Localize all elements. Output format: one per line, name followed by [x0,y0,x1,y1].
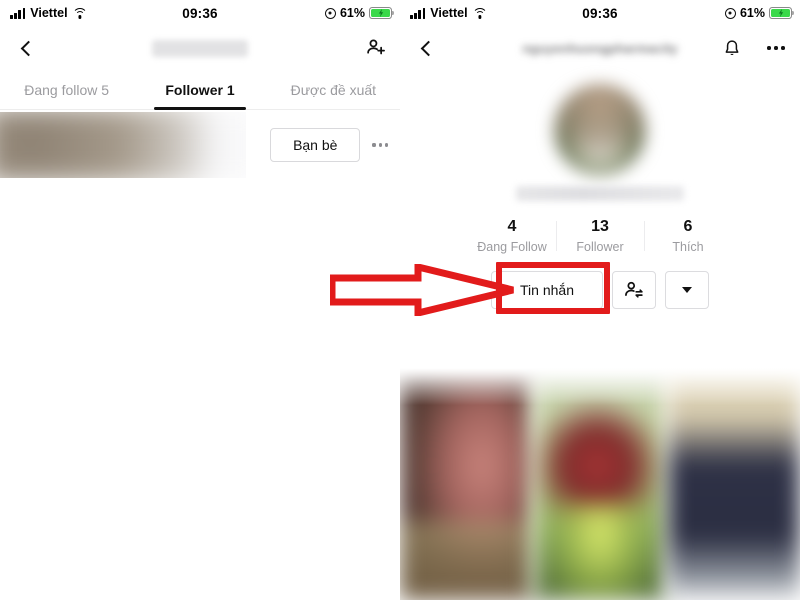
stat-label: Đang Follow [477,240,547,254]
location-services-icon [724,7,736,19]
redacted-username-title: nguyenhuongpharmacity [522,40,678,56]
post-thumbnail-2[interactable] [534,368,666,600]
chevron-down-icon [682,287,692,293]
status-bar-right-group: 61% [324,6,395,20]
redacted-nav-title [152,39,248,57]
profile-stats: 4 Đang Follow 13 Follower 6 Thích [468,217,732,254]
redacted-profile-username [516,186,684,201]
profile-avatar-blurred [554,84,646,176]
screenshot-root: Viettel 09:36 61% Đang follow 5 Follower… [0,0,800,600]
stat-label: Thích [672,240,704,254]
charging-bolt-icon [778,8,783,18]
suggest-friends-button[interactable] [612,271,656,309]
left-nav-actions [362,34,390,62]
stat-dang-follow[interactable]: 4 Đang Follow [468,217,556,254]
stat-value: 13 [591,218,609,235]
notifications-button[interactable] [718,34,746,62]
stat-thich[interactable]: 6 Thích [644,217,732,254]
location-services-icon [324,7,336,19]
battery-percent-label: 61% [339,6,365,20]
bell-icon [725,39,739,55]
tab-label: Đang follow 5 [24,81,110,98]
tab-label: Được đề xuất [290,81,377,98]
profile-photo-grid [400,368,800,600]
add-friend-button[interactable] [362,34,390,62]
charging-bolt-icon [378,8,383,18]
post-thumbnail-3[interactable] [668,368,800,600]
follower-row-actions: Bạn bè [270,128,388,162]
chevron-left-icon [20,40,37,56]
follow-tabs: Đang follow 5 Follower 1 Được đề xuất [0,70,400,110]
stat-label: Follower [576,240,624,254]
profile-actions: Tin nhắn [491,271,709,309]
friend-status-button[interactable]: Bạn bè [270,128,361,162]
battery-charging-icon [369,7,395,19]
tab-follower[interactable]: Follower 1 [133,70,266,109]
profile-section: 4 Đang Follow 13 Follower 6 Thích Tin nh… [400,70,800,309]
person-swap-icon [625,281,643,298]
status-bar-left: Viettel 09:36 61% [0,0,400,26]
stat-value: 4 [507,218,517,235]
message-button[interactable]: Tin nhắn [491,271,603,309]
tab-dang-follow[interactable]: Đang follow 5 [0,70,133,109]
more-horizontal-icon[interactable] [372,143,388,147]
redacted-follower-identity [0,112,246,178]
post-thumbnail-1[interactable] [400,368,532,600]
profile-dropdown-button[interactable] [665,271,709,309]
right-nav-header: nguyenhuongpharmacity [400,26,800,70]
status-bar-right-group: 61% [724,6,795,20]
follower-list-item[interactable]: Bạn bè [0,110,400,180]
stat-follower[interactable]: 13 Follower [556,217,644,254]
battery-charging-icon [769,7,795,19]
back-button[interactable] [412,33,442,63]
status-bar-right: Viettel 09:36 61% [400,0,800,26]
person-add-icon [367,39,385,55]
tab-duoc-de-xuat[interactable]: Được đề xuất [267,70,400,109]
avatar[interactable] [554,84,646,176]
right-nav-actions [718,34,790,62]
more-options-button[interactable] [762,34,790,62]
tab-label: Follower 1 [165,81,235,98]
left-empty-area [0,185,400,600]
more-horizontal-icon [767,46,785,50]
back-button[interactable] [12,33,42,63]
left-nav-header [0,26,400,70]
chevron-left-icon [420,40,437,56]
left-phone-panel: Viettel 09:36 61% Đang follow 5 Follower… [0,0,400,600]
battery-percent-label: 61% [739,6,765,20]
stat-value: 6 [683,218,693,235]
